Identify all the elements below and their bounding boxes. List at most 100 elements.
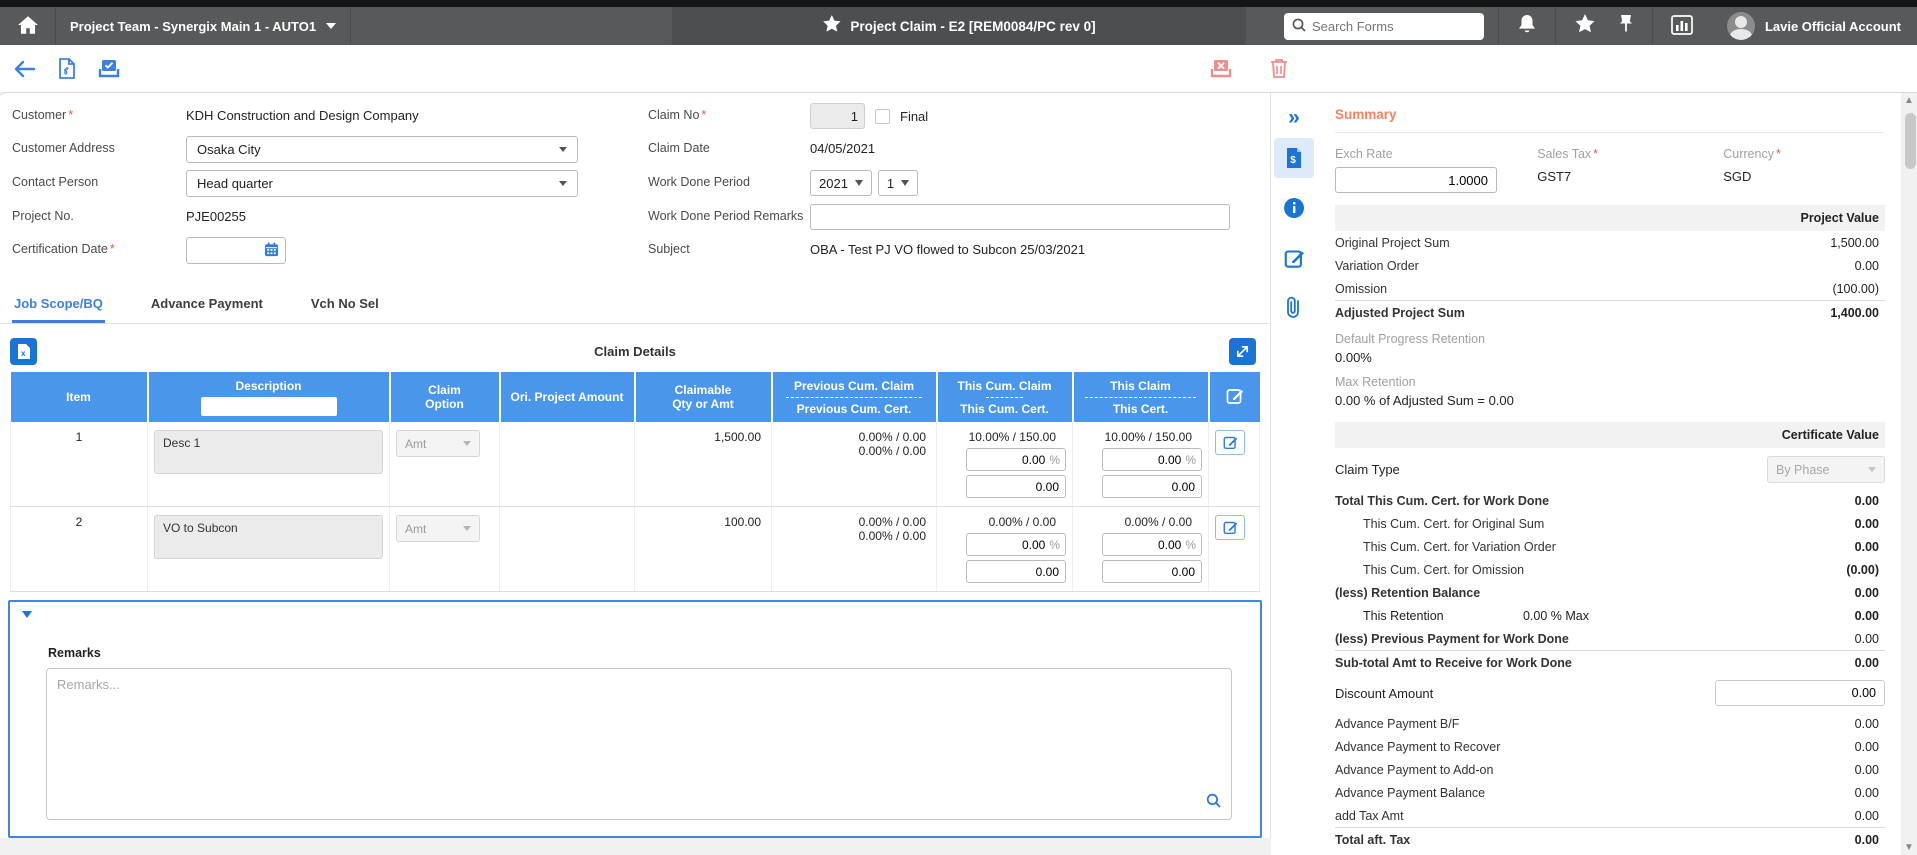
advance-payment-balance-row: Advance Payment Balance 0.00 <box>1335 785 1879 800</box>
discount-amount-row: Discount Amount <box>1335 674 1885 712</box>
star-icon[interactable] <box>1574 14 1596 38</box>
subject-value: OBA - Test PJ VO flowed to Subcon 25/03/… <box>810 242 1086 257</box>
description-filter-input[interactable] <box>200 396 337 416</box>
withdraw-button[interactable] <box>1210 58 1232 79</box>
claim-row-2: 2 VO to Subcon Amt 100.00 0.00% / 0.00 0.… <box>10 506 1260 592</box>
work-done-year-select[interactable]: 2021 <box>810 170 872 196</box>
advance-payment-addon-row: Advance Payment to Add-on 0.00 <box>1335 762 1879 777</box>
row2-cum-amt-input[interactable] <box>966 560 1066 583</box>
sales-tax-value: GST7 <box>1537 169 1572 184</box>
work-done-period-select[interactable]: 1 <box>877 170 919 196</box>
chevron-down-icon <box>901 180 910 186</box>
svg-text:$: $ <box>1290 155 1296 166</box>
summary-tab-icon[interactable]: $ <box>1274 138 1314 178</box>
row2-claim-option-select: Amt <box>396 515 480 542</box>
search-forms-box[interactable] <box>1283 12 1484 40</box>
claim-type-row: Claim Type By Phase <box>1335 448 1885 489</box>
advance-payment-recover-row: Advance Payment to Recover 0.00 <box>1335 739 1879 754</box>
row1-cum-amt-input[interactable] <box>966 475 1066 498</box>
scroll-up-icon[interactable]: ▲ <box>1904 95 1914 106</box>
certification-date-input[interactable] <box>186 237 286 264</box>
claim-type-label: Claim Type <box>1335 462 1400 477</box>
final-checkbox[interactable] <box>875 108 890 124</box>
info-tab-icon[interactable] <box>1274 188 1314 228</box>
back-button[interactable] <box>14 60 36 78</box>
favorite-star-icon[interactable] <box>821 15 841 37</box>
less-retention-balance-row: (less) Retention Balance 0.00 <box>1335 585 1879 600</box>
max-retention-block: Max Retention 0.00 % of Adjusted Sum = 0… <box>1335 375 1514 408</box>
col-claimable: Claimable Qty or Amt <box>634 372 773 422</box>
cum-cert-vo-row: This Cum. Cert. for Variation Order 0.00 <box>1363 539 1879 554</box>
row2-cum-text: 0.00% / 0.00 <box>988 515 1056 529</box>
claim-details-titlebar: x Claim Details <box>10 336 1260 366</box>
edit-tab-icon[interactable] <box>1274 238 1314 278</box>
pin-icon[interactable] <box>1618 14 1634 39</box>
chevron-down-icon <box>854 180 863 186</box>
row1-cum-pct-input[interactable] <box>985 452 1046 467</box>
bell-icon[interactable] <box>1517 14 1537 39</box>
row2-edit-button[interactable] <box>1215 515 1245 540</box>
collapse-triangle-icon[interactable] <box>22 611 32 618</box>
avatar <box>1726 12 1755 40</box>
row1-this-text: 10.00% / 150.00 <box>1104 430 1192 444</box>
discount-amount-input[interactable] <box>1715 680 1885 706</box>
favorites-segment <box>1554 7 1652 45</box>
col-description: Description <box>147 372 391 422</box>
cum-cert-omission-row: This Cum. Cert. for Omission (0.00) <box>1363 562 1879 577</box>
remarks-search-icon[interactable] <box>1206 793 1221 811</box>
exch-rate-input[interactable] <box>1335 167 1497 193</box>
work-done-remarks-input[interactable] <box>810 204 1230 230</box>
project-no-label: Project No. <box>12 209 74 223</box>
form-toolbar <box>0 45 1917 92</box>
claim-form-card: Customer * KDH Construction and Design Co… <box>0 92 1271 838</box>
team-selector[interactable]: Project Team - Synergix Main 1 - AUTO1 <box>56 7 352 45</box>
tab-job-scope-bq[interactable]: Job Scope/BQ <box>12 288 105 323</box>
remarks-textarea[interactable] <box>47 669 1231 819</box>
tab-advance-payment[interactable]: Advance Payment <box>149 288 265 323</box>
chevron-down-icon <box>559 181 567 186</box>
currency-value: SGD <box>1723 169 1752 184</box>
add-tax-amt-row: add Tax Amt 0.00 <box>1335 808 1879 823</box>
col-this-cum: This Cum. Claim This Cum. Cert. <box>936 372 1074 422</box>
tab-vch-no-sel[interactable]: Vch No Sel <box>309 288 381 323</box>
project-no-value: PJE00255 <box>186 209 246 224</box>
row1-edit-button[interactable] <box>1215 430 1245 455</box>
customer-address-select[interactable]: Osaka City <box>186 136 578 163</box>
col-claim-option: Claim Option <box>389 372 501 422</box>
total-aft-tax-row: Total aft. Tax 0.00 <box>1335 827 1885 851</box>
scroll-down-icon[interactable]: ▼ <box>1904 842 1914 853</box>
expand-table-button[interactable] <box>1229 337 1256 365</box>
collapse-panel-icon[interactable]: » <box>1288 107 1300 128</box>
home-button[interactable] <box>0 7 56 45</box>
search-forms-input[interactable] <box>1311 18 1462 34</box>
claim-no-input[interactable] <box>810 103 865 129</box>
account-menu[interactable]: Lavie Official Account <box>1711 12 1917 40</box>
final-label: Final <box>900 108 929 124</box>
row2-claimable: 100.00 <box>634 506 772 592</box>
row2-item: 2 <box>10 506 148 592</box>
topbar-right: Lavie Official Account <box>1283 7 1917 45</box>
vertical-scrollbar[interactable]: ▲ ▼ <box>1901 93 1917 855</box>
claim-no-label: Claim No * <box>648 108 707 122</box>
customer-value: KDH Construction and Design Company <box>186 108 419 123</box>
row2-this-amt-input[interactable] <box>1102 560 1202 583</box>
scroll-thumb[interactable] <box>1905 113 1916 169</box>
submit-button[interactable] <box>98 59 120 79</box>
summary-panel: » $ Summary Exch Rate Sale <box>1271 92 1917 855</box>
row2-ori-amount <box>499 506 635 592</box>
variation-order-row: Variation Order 0.00 <box>1335 258 1879 273</box>
cum-cert-original-row: This Cum. Cert. for Original Sum 0.00 <box>1363 516 1879 531</box>
claim-details-title: Claim Details <box>594 343 676 359</box>
attachment-tab-icon[interactable] <box>1274 288 1314 328</box>
row1-this-amt-input[interactable] <box>1102 475 1202 498</box>
row2-cum-pct-input[interactable] <box>985 537 1046 552</box>
contact-person-select[interactable]: Head quarter <box>186 170 578 197</box>
export-excel-button[interactable]: x <box>10 337 37 365</box>
export-pdf-button[interactable] <box>58 58 76 79</box>
row1-this-pct-input[interactable] <box>1121 452 1182 467</box>
delete-button[interactable] <box>1270 58 1288 79</box>
default-retention-block: Default Progress Retention 0.00% <box>1335 332 1486 365</box>
reports-segment <box>1651 7 1711 45</box>
row2-this-pct-input[interactable] <box>1121 537 1182 552</box>
chart-icon[interactable] <box>1671 14 1693 38</box>
